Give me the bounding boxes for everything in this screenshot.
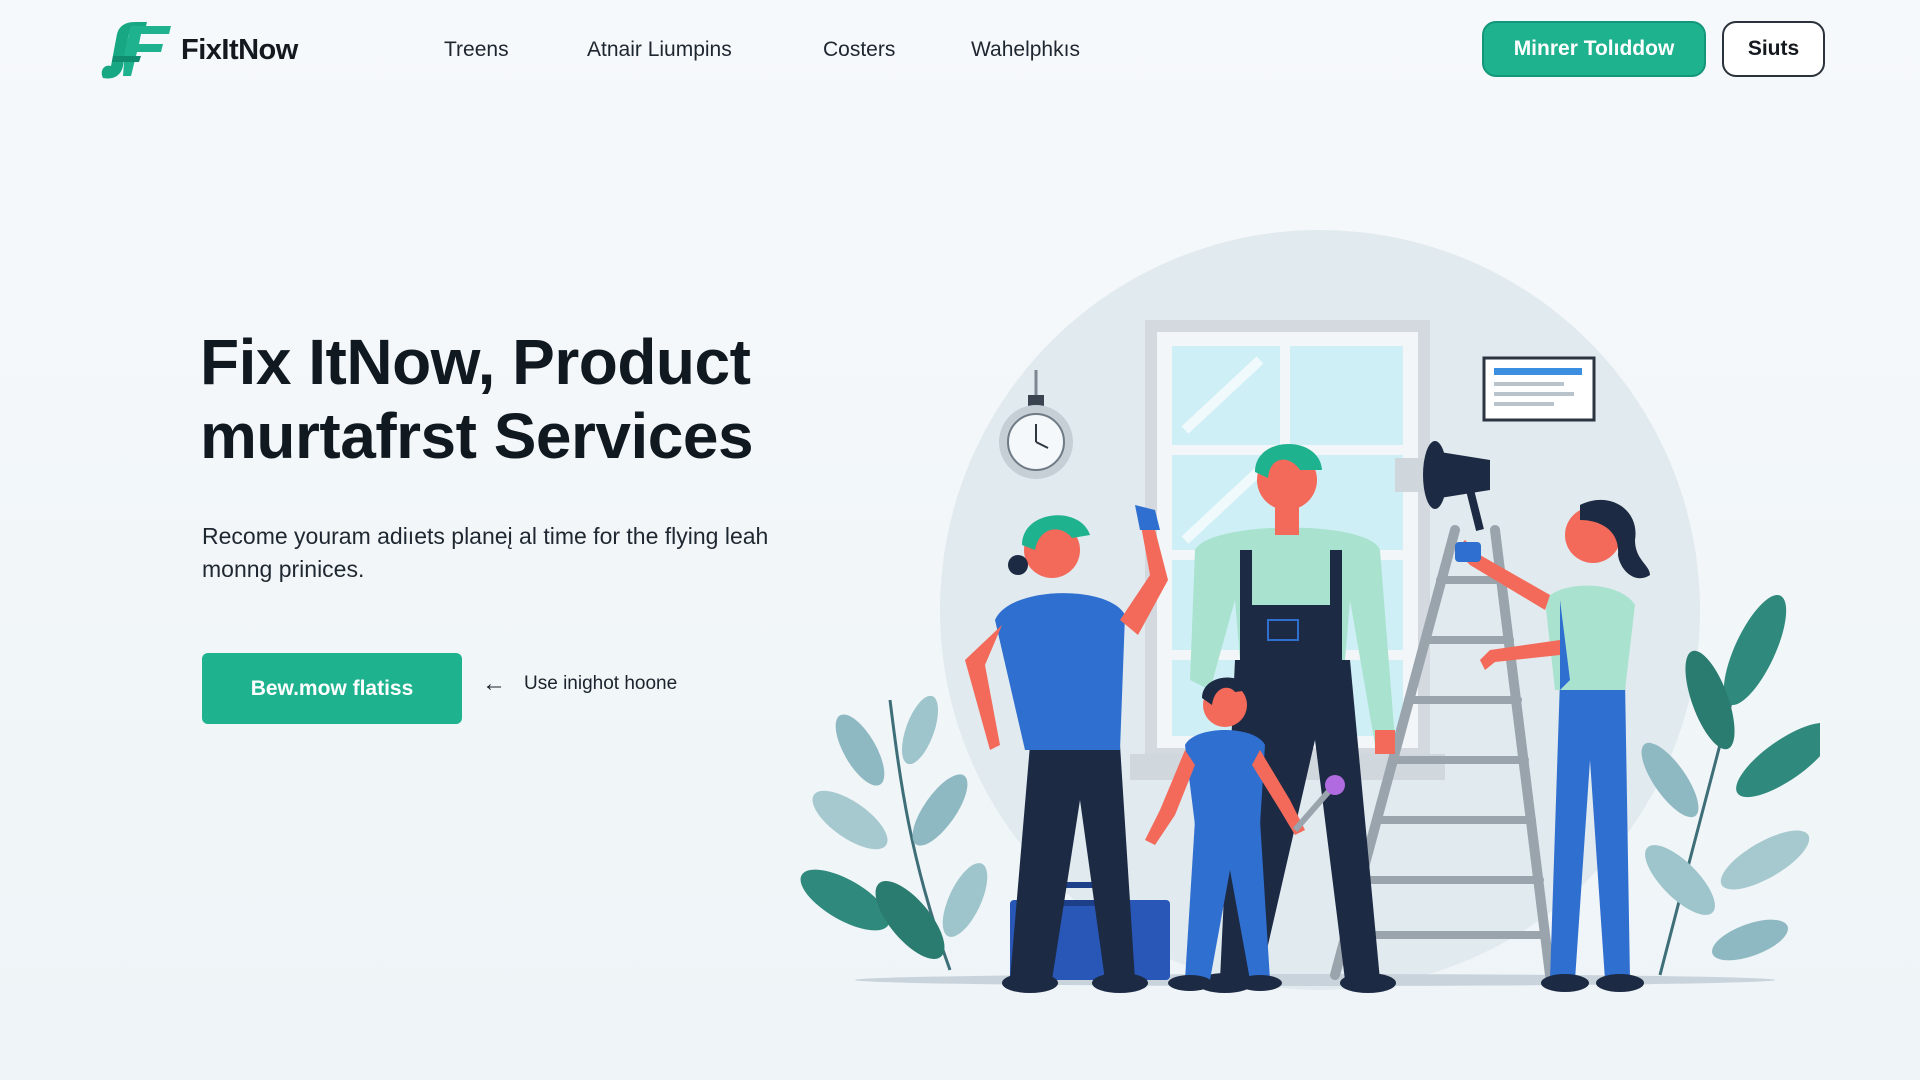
fixitnow-logo-icon <box>101 22 171 79</box>
nav-primary-button[interactable]: Minrer Tolıddow <box>1482 21 1706 77</box>
hero-secondary-link[interactable]: ← Use inighot hoone <box>482 672 677 696</box>
hero-title: Fix ItNow, Product murtafrst Services <box>200 325 820 473</box>
hero-illustration <box>800 230 1820 993</box>
nav-link-treens[interactable]: Treens <box>444 38 509 62</box>
nav-link-wahelphkis[interactable]: Wahelphkıs <box>971 38 1080 62</box>
nav-secondary-button[interactable]: Siuts <box>1722 21 1825 77</box>
hero-title-line-1: Fix ItNow, Product <box>200 326 751 398</box>
brand-name: FixItNow <box>181 33 298 66</box>
nav-link-atnair-liumpins[interactable]: Atnair Liumpins <box>587 38 732 62</box>
top-navigation: FixItNow Treens Atnair Liumpins Costers … <box>0 0 1920 100</box>
arrow-left-icon: ← <box>482 670 506 697</box>
wall-screen-icon <box>1482 356 1596 422</box>
landing-page: FixItNow Treens Atnair Liumpins Costers … <box>0 0 1920 1080</box>
hero-cta-button[interactable]: Bew.mow flatiss <box>202 653 462 724</box>
hero-secondary-link-label: Use inighot hoone <box>524 673 678 694</box>
hero-subtitle: Recome youram adiıets planeį al time for… <box>202 523 769 582</box>
hero-title-line-2: murtafrst Services <box>200 400 754 472</box>
nav-link-costers[interactable]: Costers <box>823 38 895 62</box>
brand-home-link[interactable]: FixItNow <box>95 20 298 80</box>
